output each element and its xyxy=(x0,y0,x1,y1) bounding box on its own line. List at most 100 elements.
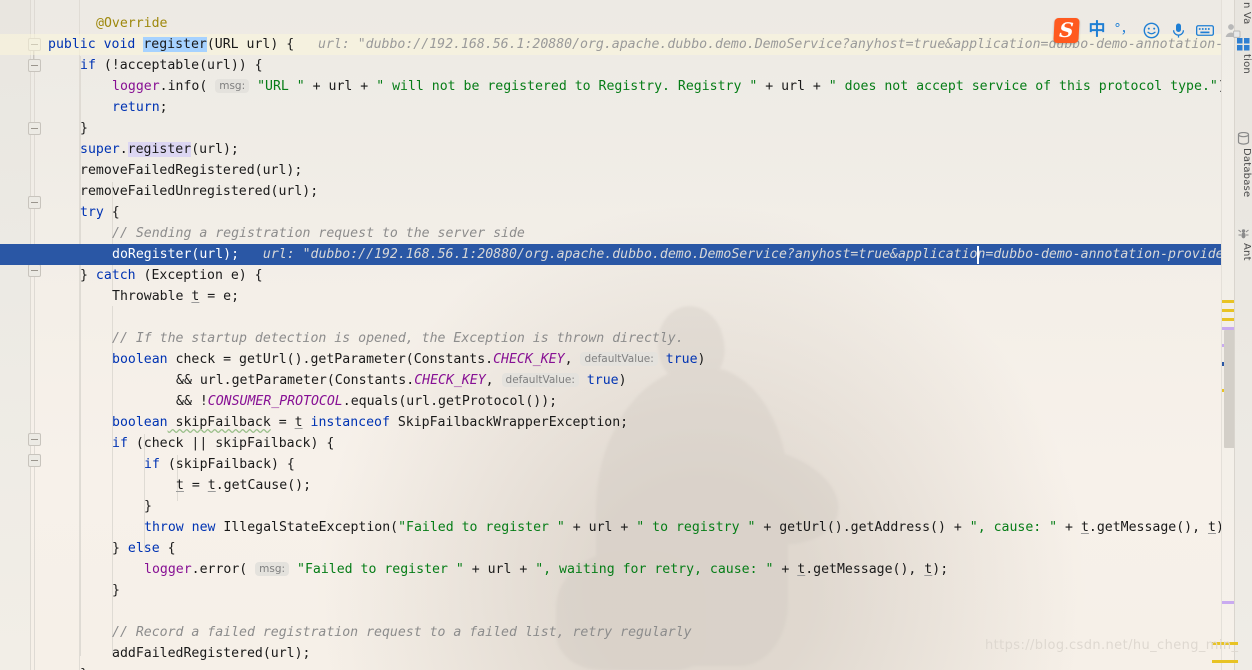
logger-field: logger xyxy=(144,562,192,577)
code-line[interactable]: throw new IllegalStateException("Failed … xyxy=(0,517,1232,538)
inlay-hint-chip-defaultvalue: defaultValue: xyxy=(501,373,579,387)
code-line[interactable]: addFailedRegistered(url); xyxy=(0,643,311,664)
watermark-dash xyxy=(1212,660,1238,663)
soft-keyboard-icon[interactable] xyxy=(1196,20,1214,40)
code-line[interactable]: } xyxy=(0,118,88,139)
code-line[interactable]: try { xyxy=(0,202,120,223)
right-tool-window-bar[interactable]: n Va tion Database Ant xyxy=(1234,0,1252,670)
code-line[interactable]: removeFailedRegistered(url); xyxy=(0,160,302,181)
user-icon[interactable] xyxy=(1223,20,1241,40)
concat-op: + xyxy=(1057,520,1081,535)
ant-icon[interactable] xyxy=(1237,225,1250,239)
statement-end: ; xyxy=(159,100,168,115)
keyword-instanceof: instanceof xyxy=(302,415,390,430)
string-literal: "Failed to register " xyxy=(398,520,565,535)
keyword-return: return xyxy=(112,100,160,115)
string-literal: " will not be registered to Registry. Re… xyxy=(376,79,758,94)
static-field: CHECK_KEY xyxy=(414,373,486,388)
code-line[interactable]: super.register(url); xyxy=(0,139,239,160)
code-line[interactable]: @Override xyxy=(0,13,167,34)
logger-method: .error( xyxy=(191,562,248,577)
code-line[interactable]: } xyxy=(0,496,152,517)
type-name: SkipFailbackWrapperException; xyxy=(389,415,629,430)
sidebar-item-notification[interactable]: tion xyxy=(1235,54,1252,74)
database-icon[interactable] xyxy=(1237,130,1250,145)
method-name-highlighted[interactable]: register xyxy=(143,37,207,52)
static-field: CHECK_KEY xyxy=(493,352,565,367)
code-line[interactable]: && url.getParameter(Constants.CHECK_KEY,… xyxy=(0,370,627,391)
method-call: .getMessage(), xyxy=(1088,520,1208,535)
local-variable: t xyxy=(797,562,806,577)
code-line[interactable]: // Record a failed registration request … xyxy=(0,622,692,643)
static-field: CONSUMER_PROTOCOL xyxy=(207,394,343,409)
inlay-hint-chip-defaultvalue: defaultValue: xyxy=(580,352,658,366)
expression: .equals(url.getProtocol()); xyxy=(342,394,558,409)
code-line[interactable]: logger.info( msg: "URL " + url + " will … xyxy=(0,76,1234,97)
code-line[interactable]: } catch (Exception e) { xyxy=(0,265,263,286)
concat-op: + getUrl().getAddress() + xyxy=(755,520,970,535)
exception-class: IllegalStateException( xyxy=(215,520,399,535)
keyword-void: void xyxy=(103,37,136,52)
type-name: Throwable xyxy=(112,289,192,304)
code-line[interactable]: removeFailedUnregistered(url); xyxy=(0,181,318,202)
keyword-if: if xyxy=(112,436,128,451)
annotation-token: @Override xyxy=(96,16,168,31)
code-line[interactable]: if (skipFailback) { xyxy=(0,454,295,475)
method-call: addFailedRegistered(url); xyxy=(112,646,311,661)
condition: (check || skipFailback) { xyxy=(127,436,335,451)
code-line[interactable]: } xyxy=(0,580,120,601)
sogou-input-method-toolbar[interactable]: S 中 °， xyxy=(1053,16,1252,44)
sidebar-item-database[interactable]: Database xyxy=(1235,148,1252,197)
code-line[interactable]: // Sending a registration request to the… xyxy=(0,223,525,244)
sidebar-item-ant[interactable]: Ant xyxy=(1235,243,1252,261)
line-comment: // If the startup detection is opened, t… xyxy=(112,331,684,346)
punctuation-mode-icon[interactable]: °， xyxy=(1114,20,1134,40)
chinese-mode-icon[interactable]: 中 xyxy=(1088,20,1106,40)
string-literal: "Failed to register " xyxy=(297,562,464,577)
concat-op: + xyxy=(773,562,798,577)
method-usage-highlighted[interactable]: register xyxy=(127,142,192,157)
expression: check = getUrl().getParameter(Constants. xyxy=(167,352,494,367)
boolean-literal: true xyxy=(665,352,698,367)
string-literal: " does not accept service of this protoc… xyxy=(828,79,1218,94)
code-line[interactable]: logger.error( msg: "Failed to register "… xyxy=(0,559,948,580)
code-line[interactable]: } else { xyxy=(0,538,176,559)
boolean-literal: true xyxy=(586,373,619,388)
code-line[interactable]: } xyxy=(0,664,88,670)
concat-op: + url + xyxy=(304,79,377,94)
selected-inlay-value: "dubbo://192.168.56.1:20880/org.apache.d… xyxy=(302,247,1240,262)
string-literal: " to registry " xyxy=(636,520,756,535)
code-line[interactable]: Throwable t = e; xyxy=(0,286,239,307)
close-brace: } xyxy=(80,121,88,136)
code-line[interactable]: t = t.getCause(); xyxy=(0,475,311,496)
code-line[interactable]: // If the startup detection is opened, t… xyxy=(0,328,684,349)
code-line[interactable]: boolean check = getUrl().getParameter(Co… xyxy=(0,349,705,370)
logger-method: .info( xyxy=(159,79,208,94)
emoji-icon[interactable] xyxy=(1142,20,1160,40)
code-line[interactable]: if (!acceptable(url)) { xyxy=(0,55,263,76)
close-paren: ) xyxy=(618,373,627,388)
local-variable: t xyxy=(294,415,303,430)
code-line-selected[interactable]: doRegister(url); url: "dubbo://192.168.5… xyxy=(0,244,1239,265)
assign-op: = xyxy=(183,478,208,493)
voice-input-icon[interactable] xyxy=(1169,20,1187,40)
assign-op: = xyxy=(270,415,295,430)
close-brace: } xyxy=(112,583,120,598)
open-brace: { xyxy=(103,205,120,220)
open-brace: { xyxy=(159,541,176,556)
code-content[interactable]: @Override public void register(URL url) … xyxy=(0,0,1252,670)
line-comment: // Record a failed registration request … xyxy=(112,625,692,640)
close-brace: } xyxy=(144,499,152,514)
keyword-super: super xyxy=(80,142,120,157)
comma: , xyxy=(564,352,581,367)
method-params: (URL url) { xyxy=(206,37,295,52)
code-line[interactable]: boolean skipFailback = t instanceof Skip… xyxy=(0,412,628,433)
code-editor[interactable]: @Override public void register(URL url) … xyxy=(0,0,1252,670)
sogou-logo-icon[interactable]: S xyxy=(1053,17,1080,43)
code-line[interactable]: return; xyxy=(0,97,168,118)
code-line[interactable]: if (check || skipFailback) { xyxy=(0,433,334,454)
code-line[interactable]: && !CONSUMER_PROTOCOL.equals(url.getProt… xyxy=(0,391,557,412)
method-call: removeFailedUnregistered(url); xyxy=(80,184,319,199)
line-comment: // Sending a registration request to the… xyxy=(112,226,525,241)
concat-op: + url + xyxy=(757,79,829,94)
